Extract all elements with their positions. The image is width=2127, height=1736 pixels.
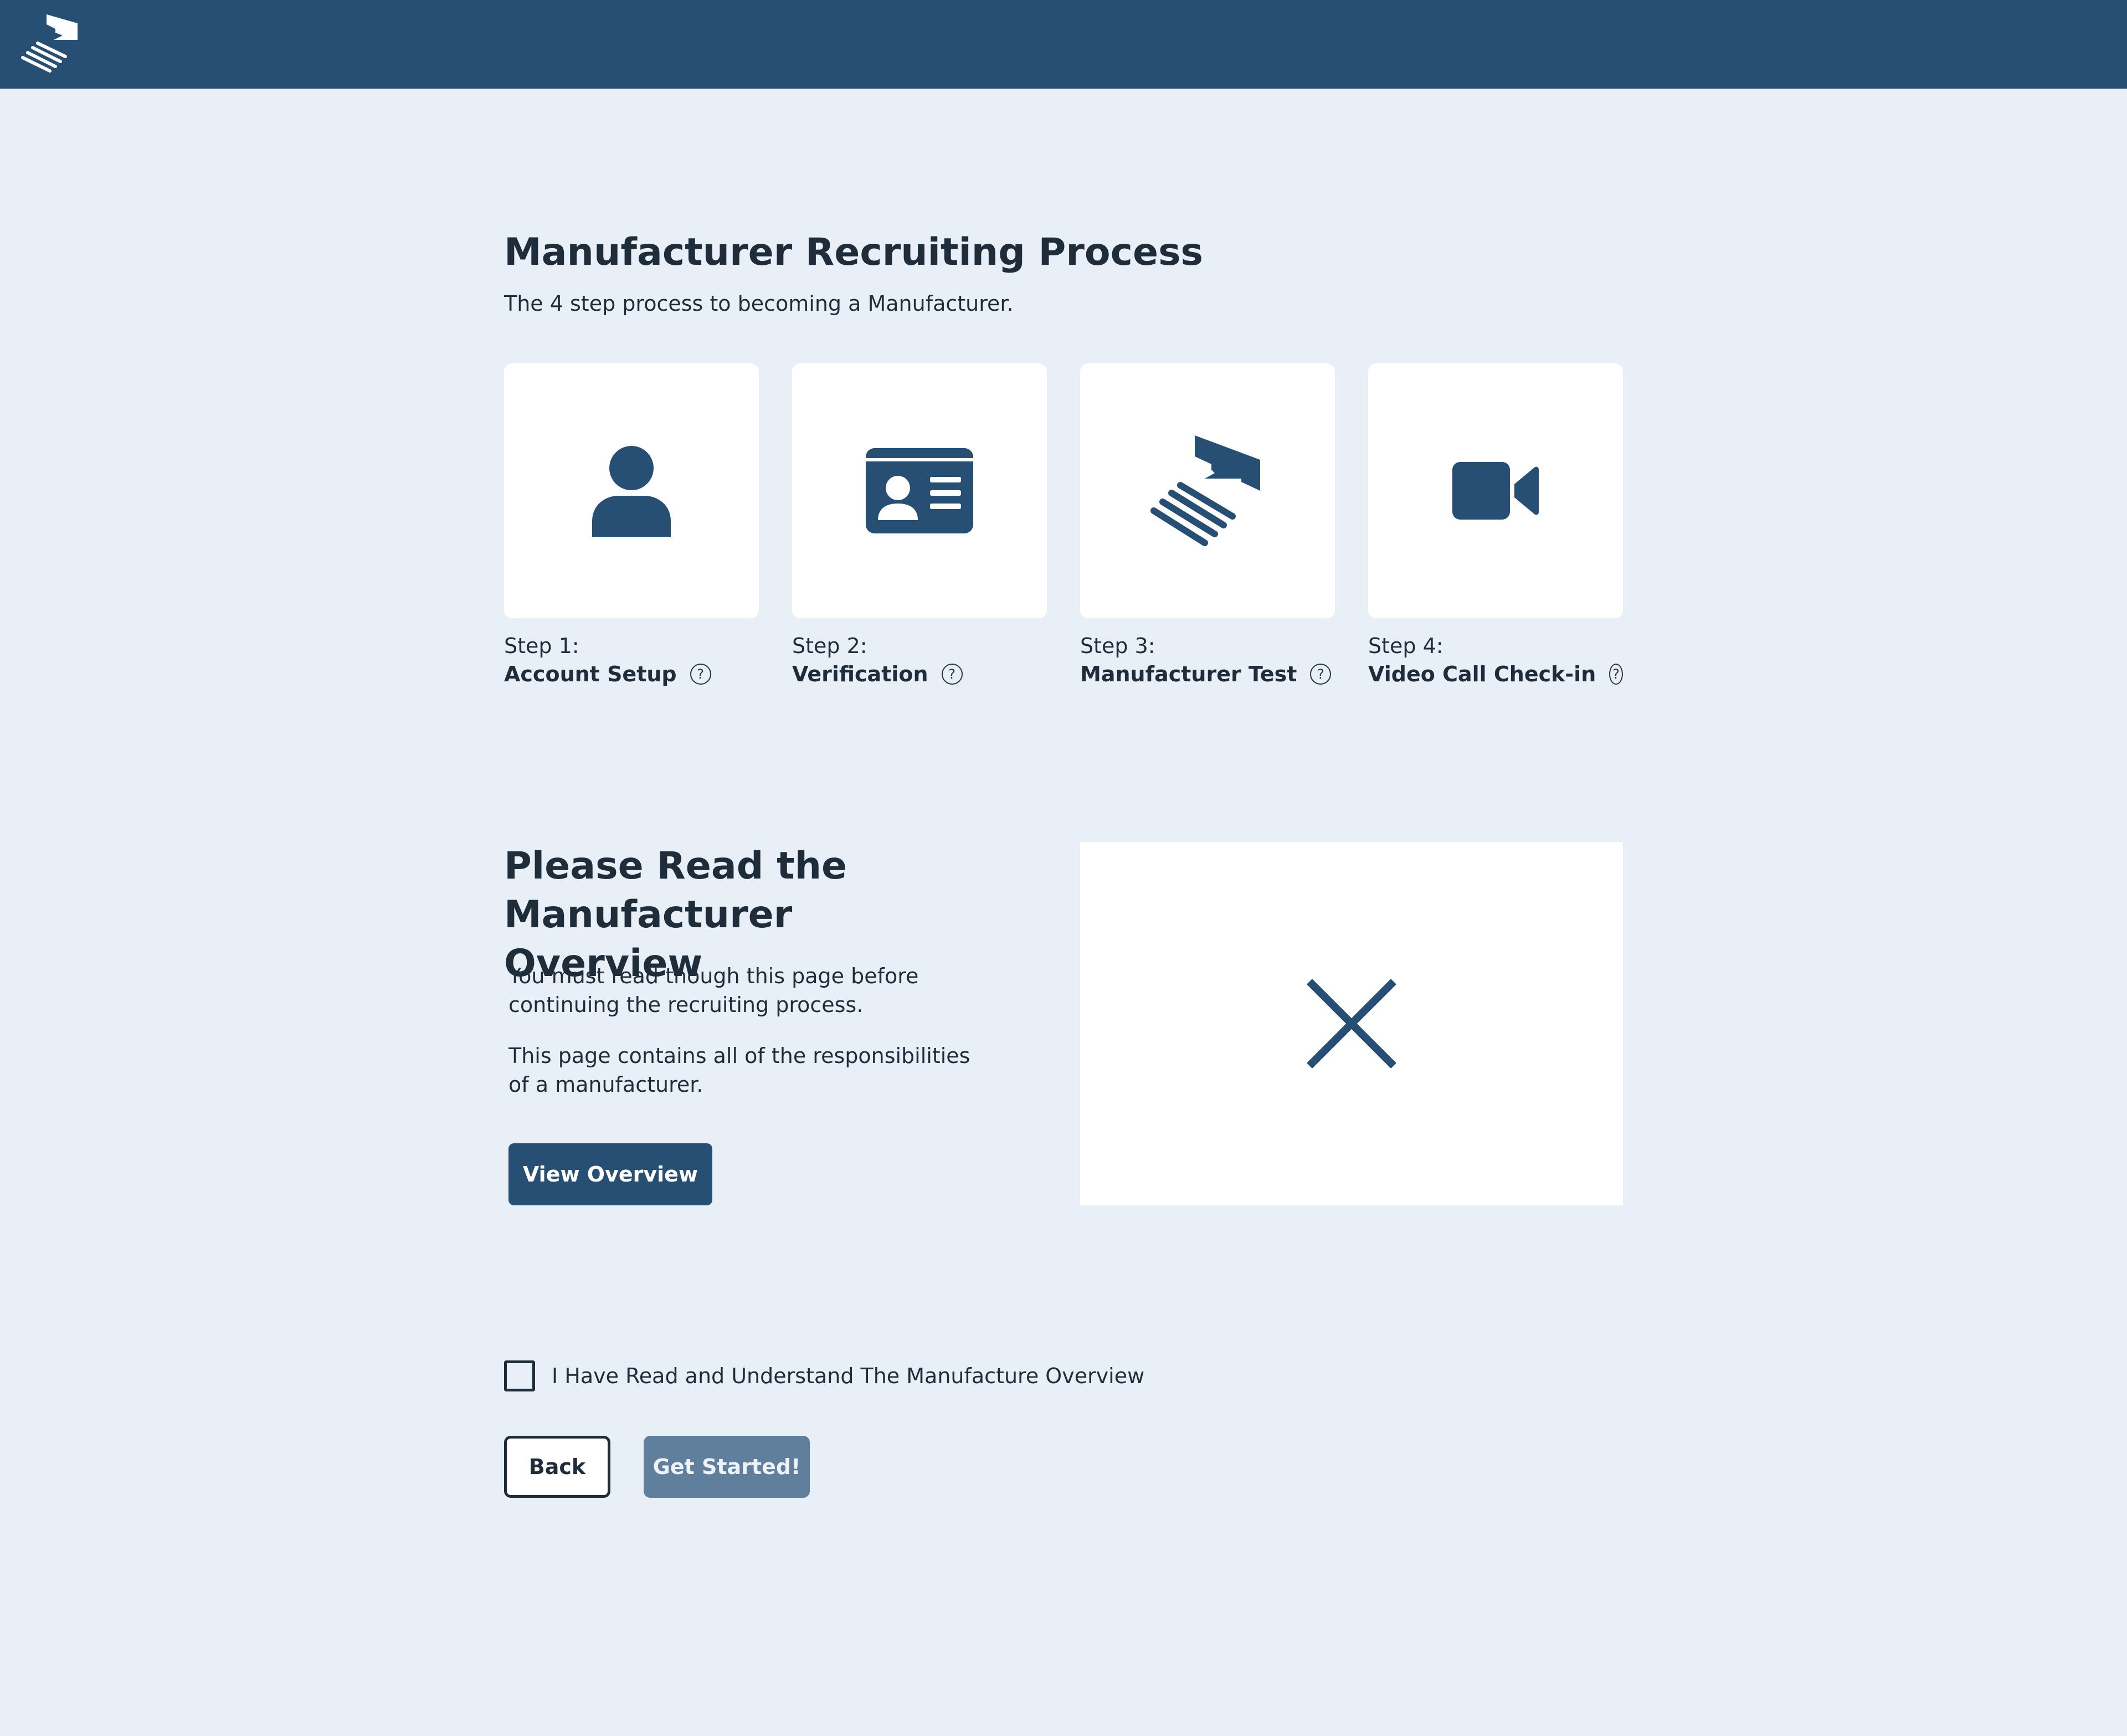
help-icon[interactable]: ?	[1609, 664, 1623, 685]
step-name-row: Manufacturer Test ?	[1080, 659, 1335, 689]
step-name: Verification	[792, 662, 928, 686]
view-overview-button[interactable]: View Overview	[508, 1143, 712, 1205]
step-number: Step 3:	[1080, 634, 1155, 658]
overview-heading-line1: Please Read the	[504, 844, 847, 888]
get-started-button[interactable]: Get Started!	[644, 1436, 810, 1498]
id-card-icon	[866, 448, 973, 533]
overview-paragraph: You must read though this page before co…	[508, 964, 919, 1017]
person-icon	[592, 446, 671, 537]
manufacturer-logo-icon	[1150, 435, 1260, 546]
step-card	[1368, 363, 1623, 618]
agreement-row: I Have Read and Understand The Manufactu…	[504, 1360, 1144, 1391]
step-name-row: Account Setup ?	[504, 659, 759, 689]
step-name-row: Verification ?	[792, 659, 1047, 689]
overview-paragraph: This page contains all of the responsibi…	[508, 1044, 970, 1097]
step-manufacturer-test: Step 3: Manufacturer Test ?	[1080, 363, 1335, 689]
help-icon[interactable]: ?	[690, 664, 711, 685]
overview-preview-placeholder	[1080, 842, 1623, 1205]
step-name: Video Call Check-in	[1368, 662, 1596, 686]
step-number: Step 2:	[792, 634, 867, 658]
step-name: Manufacturer Test	[1080, 662, 1297, 686]
step-video-call-check-in: Step 4: Video Call Check-in ?	[1368, 363, 1623, 689]
page-title: Manufacturer Recruiting Process	[504, 230, 1204, 274]
agreement-checkbox[interactable]	[504, 1360, 535, 1391]
step-card	[792, 363, 1047, 618]
help-icon[interactable]: ?	[1310, 664, 1332, 685]
page-subtitle: The 4 step process to becoming a Manufac…	[504, 291, 1014, 316]
step-number: Step 4:	[1368, 634, 1443, 658]
close-icon	[1307, 979, 1396, 1068]
step-verification: Step 2: Verification ?	[792, 363, 1047, 689]
help-icon[interactable]: ?	[941, 664, 963, 685]
step-card	[1080, 363, 1335, 618]
step-name: Account Setup	[504, 662, 677, 686]
step-account-setup: Step 1: Account Setup ?	[504, 363, 759, 689]
main-content: Manufacturer Recruiting Process The 4 st…	[0, 0, 2127, 1736]
back-button[interactable]: Back	[504, 1436, 610, 1498]
step-name-row: Video Call Check-in ?	[1368, 659, 1623, 689]
video-camera-icon	[1452, 462, 1539, 520]
step-number: Step 1:	[504, 634, 579, 658]
agreement-checkbox-label[interactable]: I Have Read and Understand The Manufactu…	[552, 1364, 1144, 1388]
step-card	[504, 363, 759, 618]
